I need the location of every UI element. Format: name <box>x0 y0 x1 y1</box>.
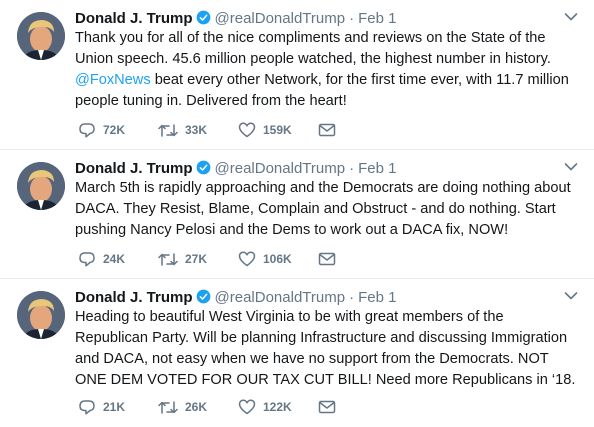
separator-dot: · <box>349 160 355 177</box>
direct-message-button[interactable] <box>318 398 343 416</box>
heart-icon <box>238 122 256 138</box>
heart-icon <box>238 399 256 415</box>
retweet-button[interactable]: 26K <box>158 398 207 416</box>
retweet-count: 27K <box>185 252 208 266</box>
user-handle[interactable]: @realDonaldTrump <box>215 160 346 177</box>
tweet-text: March 5th is rapidly approaching and the… <box>75 180 571 238</box>
avatar[interactable] <box>17 291 65 339</box>
reply-icon <box>79 251 95 267</box>
like-button[interactable]: 122K <box>238 398 292 416</box>
tweet-text-part: Thank you for all of the nice compliment… <box>75 30 551 67</box>
reply-icon <box>79 399 95 415</box>
tweet[interactable]: Donald J. Trump @realDonaldTrump · Feb 1 Th… <box>0 0 594 150</box>
verified-badge-icon <box>196 289 210 304</box>
tweet[interactable]: Donald J. Trump @realDonaldTrump · Feb 1 Ma… <box>0 150 594 279</box>
tweet-date[interactable]: Feb 1 <box>358 10 396 27</box>
direct-message-button[interactable] <box>318 121 343 139</box>
user-handle[interactable]: @realDonaldTrump <box>215 10 346 27</box>
reply-count: 72K <box>103 123 126 137</box>
display-name[interactable]: Donald J. Trump <box>75 10 193 27</box>
tweet-date[interactable]: Feb 1 <box>358 160 396 177</box>
verified-badge-icon <box>196 160 210 175</box>
retweet-icon <box>158 123 178 137</box>
user-handle[interactable]: @realDonaldTrump <box>215 289 346 306</box>
chevron-down-icon[interactable] <box>564 12 578 22</box>
display-name[interactable]: Donald J. Trump <box>75 289 193 306</box>
tweet-date[interactable]: Feb 1 <box>358 289 396 306</box>
retweet-button[interactable]: 33K <box>158 121 207 139</box>
retweet-icon <box>158 400 178 414</box>
tweet-header: Donald J. Trump @realDonaldTrump · Feb 1 <box>75 9 396 29</box>
chevron-down-icon[interactable] <box>564 291 578 301</box>
reply-button[interactable]: 21K <box>78 398 125 416</box>
separator-dot: · <box>349 289 355 306</box>
like-count: 122K <box>263 400 292 414</box>
retweet-button[interactable]: 27K <box>158 250 207 268</box>
reply-count: 24K <box>103 252 126 266</box>
retweet-count: 26K <box>185 400 208 414</box>
envelope-icon <box>318 252 336 266</box>
retweet-icon <box>158 252 178 266</box>
envelope-icon <box>318 123 336 137</box>
reply-icon <box>79 122 95 138</box>
avatar[interactable] <box>17 12 65 60</box>
like-button[interactable]: 159K <box>238 121 292 139</box>
like-count: 106K <box>263 252 292 266</box>
direct-message-button[interactable] <box>318 250 343 268</box>
tweet-feed: Donald J. Trump @realDonaldTrump · Feb 1 Th… <box>0 0 594 427</box>
tweet[interactable]: Donald J. Trump @realDonaldTrump · Feb 1 He… <box>0 279 594 427</box>
reply-button[interactable]: 24K <box>78 250 125 268</box>
retweet-count: 33K <box>185 123 208 137</box>
reply-count: 21K <box>103 400 126 414</box>
separator-dot: · <box>349 10 355 27</box>
chevron-down-icon[interactable] <box>564 162 578 172</box>
tweet-text: Heading to beautiful West Virginia to be… <box>75 309 576 388</box>
verified-badge-icon <box>196 10 210 25</box>
reply-button[interactable]: 72K <box>78 121 125 139</box>
display-name[interactable]: Donald J. Trump <box>75 160 193 177</box>
mention-link[interactable]: @FoxNews <box>75 72 151 88</box>
tweet-header: Donald J. Trump @realDonaldTrump · Feb 1 <box>75 159 396 179</box>
heart-icon <box>238 251 256 267</box>
tweet-header: Donald J. Trump @realDonaldTrump · Feb 1 <box>75 288 396 308</box>
tweet-text: Thank you for all of the nice compliment… <box>75 28 580 112</box>
like-count: 159K <box>263 123 292 137</box>
like-button[interactable]: 106K <box>238 250 292 268</box>
envelope-icon <box>318 400 336 414</box>
avatar[interactable] <box>17 162 65 210</box>
